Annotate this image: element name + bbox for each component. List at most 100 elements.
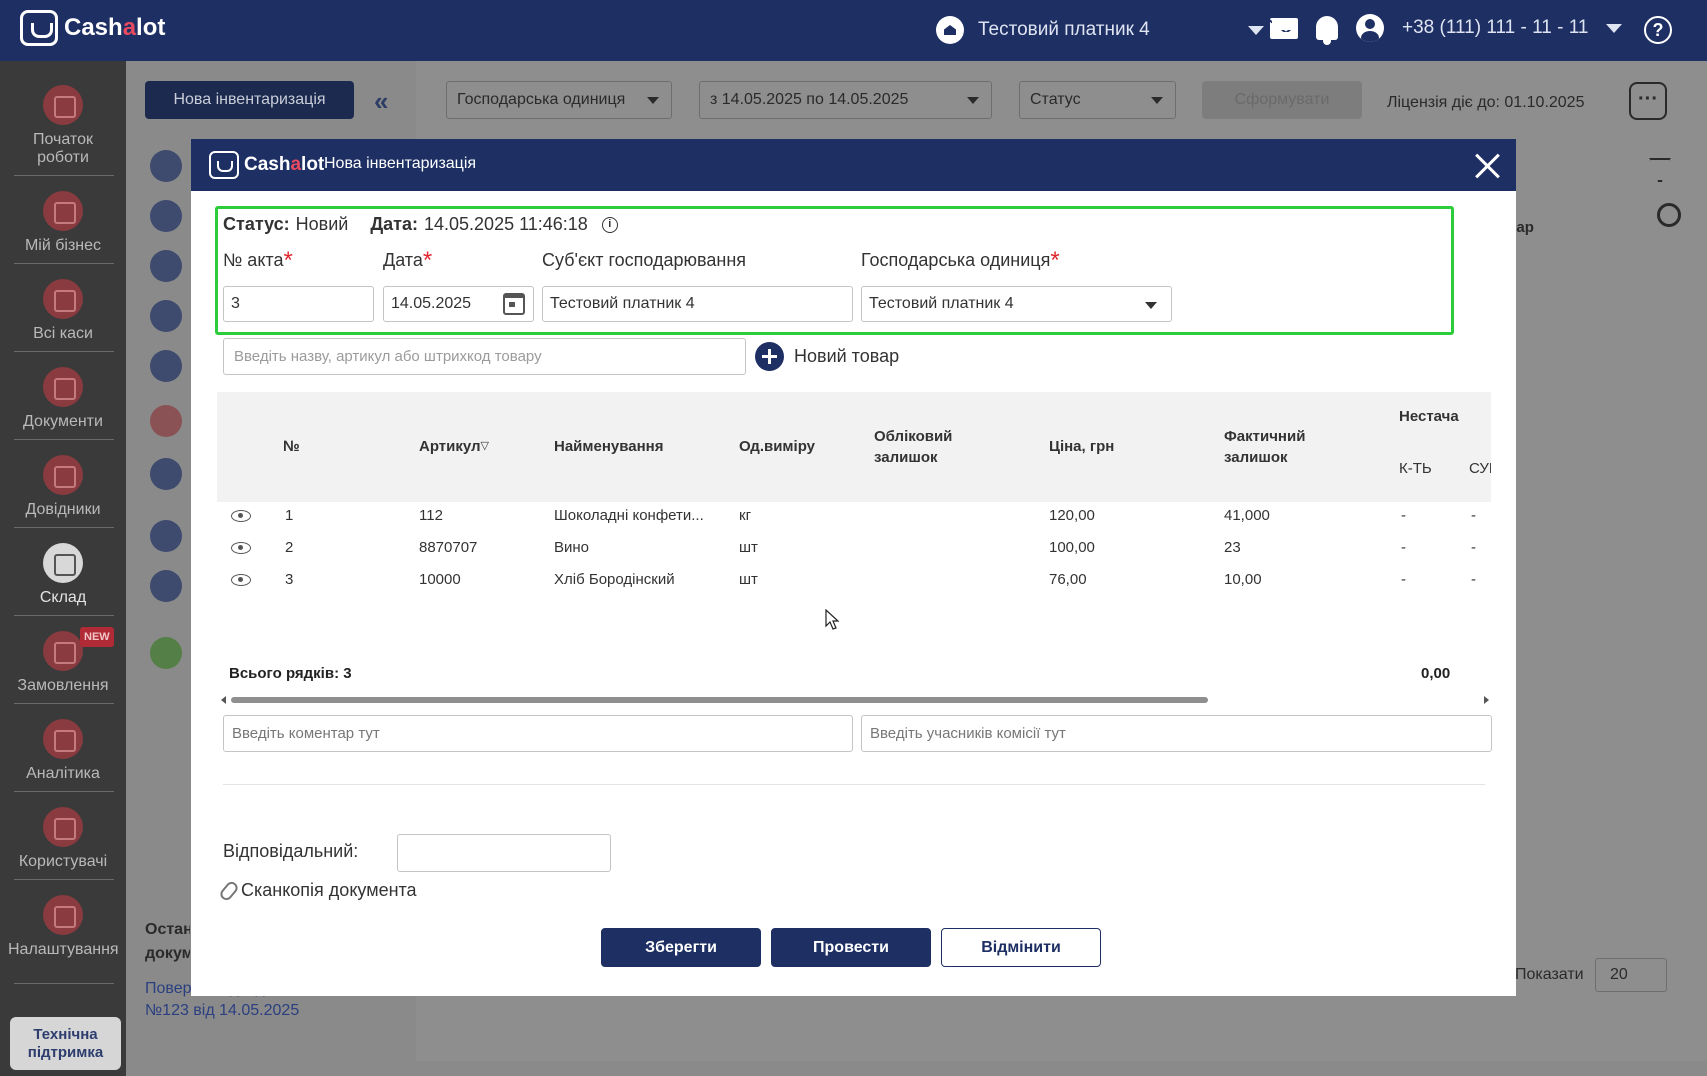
chevron-down-icon xyxy=(1145,302,1157,309)
col-shortage: Нестача xyxy=(1399,408,1459,425)
list-icon xyxy=(150,300,182,332)
users-icon xyxy=(43,807,83,847)
col-actual-stock[interactable]: Фактичний залишок xyxy=(1224,426,1305,468)
sidebar: Початок роботи Мій бізнес Всі каси Докум… xyxy=(0,61,126,1076)
col-unit[interactable]: Од.виміру xyxy=(739,436,815,457)
save-button[interactable]: Зберегти xyxy=(601,928,761,967)
table-row[interactable]: 2 8870707 Вино шт 100,00 23 - - xyxy=(217,534,1491,564)
logo-text: Cashalot xyxy=(64,14,166,41)
act-number-label: № акта* xyxy=(223,247,293,274)
list-icon xyxy=(150,458,182,490)
sidebar-item-documents[interactable]: Документи xyxy=(8,367,118,431)
collapse-icon[interactable]: « xyxy=(374,86,388,117)
modal-logo: Cashalot xyxy=(209,151,324,179)
subject-input[interactable]: Тестовий платник 4 xyxy=(542,286,853,322)
scroll-left-icon[interactable] xyxy=(221,696,226,704)
new-inventory-button[interactable]: Нова інвентаризація xyxy=(145,81,354,119)
new-badge: NEW xyxy=(80,627,114,647)
logo-badge-icon xyxy=(20,10,58,46)
show-label: Показати xyxy=(1515,966,1584,983)
total-sum: 0,00 xyxy=(1421,665,1451,682)
book-icon xyxy=(43,455,83,495)
unit-dropdown[interactable]: Тестовий платник 4 xyxy=(861,286,1172,322)
sidebar-item-references[interactable]: Довідники xyxy=(8,455,118,519)
analytics-icon xyxy=(43,719,83,759)
documents-icon xyxy=(43,367,83,407)
table-header: № Артикул▽ Найменування Од.виміру Обліко… xyxy=(217,392,1491,502)
sidebar-item-settings[interactable]: Налаштування xyxy=(8,895,119,959)
info-icon[interactable]: i xyxy=(601,216,618,233)
modal-title: Нова інвентаризація xyxy=(324,155,477,172)
cancel-button[interactable]: Відмінити xyxy=(941,928,1101,967)
bell-icon[interactable] xyxy=(1316,16,1338,45)
horizontal-scrollbar[interactable] xyxy=(221,696,1489,704)
col-shortage-qty[interactable]: К-ТЬ xyxy=(1399,458,1432,479)
inventory-modal: Cashalot Нова інвентаризація Статус: Нов… xyxy=(191,139,1516,996)
eye-icon[interactable] xyxy=(231,510,251,522)
list-icon xyxy=(150,200,182,232)
payer-selector[interactable]: Тестовий платник 4 xyxy=(936,16,1264,44)
col-shortage-sum[interactable]: СУМ xyxy=(1469,458,1491,479)
calendar-icon[interactable] xyxy=(503,293,525,315)
comment-input[interactable] xyxy=(223,715,853,752)
cashalot-logo[interactable]: Cashalot xyxy=(20,10,165,46)
payer-name: Тестовий платник 4 xyxy=(978,19,1150,40)
last-documents-title: Остан... докум... xyxy=(145,921,190,962)
table-row[interactable]: 3 10000 Хліб Бородінский шт 76,00 10,00 … xyxy=(217,566,1491,596)
user-phone[interactable]: +38 (111) 111 - 11 - 11 xyxy=(1402,17,1588,39)
modal-header: Cashalot Нова інвентаризація xyxy=(191,139,1516,191)
list-icon xyxy=(150,350,182,382)
unit-select[interactable]: Господарська одиниця xyxy=(446,81,672,119)
eye-icon[interactable] xyxy=(231,542,251,554)
new-product-button[interactable]: Новий товар xyxy=(755,342,899,371)
paperclip-icon xyxy=(217,878,241,903)
col-no[interactable]: № xyxy=(283,436,300,457)
home-icon xyxy=(936,16,964,44)
status-select[interactable]: Статус xyxy=(1019,81,1176,119)
page-size-select[interactable]: 20 xyxy=(1595,958,1667,992)
generate-button[interactable]: Сформувати xyxy=(1202,81,1362,119)
sidebar-item-warehouse[interactable]: Склад xyxy=(8,543,118,607)
list-icon xyxy=(150,637,182,669)
sidebar-item-orders[interactable]: NEW Замовлення xyxy=(8,627,118,695)
eye-icon[interactable] xyxy=(231,574,251,586)
post-button[interactable]: Провести xyxy=(771,928,931,967)
sidebar-item-business[interactable]: Мій бізнес xyxy=(8,191,118,255)
col-price[interactable]: Ціна, грн xyxy=(1049,436,1114,457)
list-icon xyxy=(150,250,182,282)
warehouse-icon xyxy=(43,543,83,583)
sidebar-item-start[interactable]: Початок роботи xyxy=(8,85,118,167)
col-name[interactable]: Найменування xyxy=(554,436,663,457)
sidebar-item-users[interactable]: Користувачі xyxy=(8,807,118,871)
col-article[interactable]: Артикул▽ xyxy=(419,436,489,457)
gear-icon[interactable] xyxy=(1657,203,1681,227)
list-icon xyxy=(150,405,182,437)
act-number-input[interactable]: 3 xyxy=(223,286,374,322)
sidebar-item-analytics[interactable]: Аналітика xyxy=(8,719,118,783)
chevron-down-icon[interactable] xyxy=(1247,25,1264,35)
status-line: Статус: Новий Дата: 14.05.2025 11:46:18 … xyxy=(223,214,618,235)
scrollbar-thumb[interactable] xyxy=(231,697,1208,703)
scan-copy-link[interactable]: Сканкопія документа xyxy=(217,878,417,903)
mail-icon[interactable] xyxy=(1270,17,1298,39)
list-icon xyxy=(150,150,182,182)
sidebar-item-registers[interactable]: Всі каси xyxy=(8,279,118,343)
home-icon xyxy=(43,191,83,231)
commission-input[interactable] xyxy=(861,715,1492,752)
date-range-select[interactable]: з 14.05.2025 по 14.05.2025 xyxy=(699,81,992,119)
responsible-input[interactable] xyxy=(397,834,611,872)
scroll-right-icon[interactable] xyxy=(1484,696,1489,704)
help-icon[interactable]: ? xyxy=(1644,16,1672,44)
user-icon[interactable] xyxy=(1356,14,1384,42)
close-icon[interactable] xyxy=(1473,151,1501,179)
date-input[interactable]: 14.05.2025 xyxy=(383,286,534,322)
table-row[interactable]: 1 112 Шоколадні конфети... кг 120,00 41,… xyxy=(217,502,1491,532)
scooter-icon xyxy=(43,631,83,671)
more-button[interactable]: ··· xyxy=(1629,82,1667,120)
status-value: Новий xyxy=(295,214,349,234)
logo-badge-icon xyxy=(209,151,239,179)
product-search-input[interactable] xyxy=(223,338,746,375)
col-book-stock[interactable]: Обліковий залишок xyxy=(874,426,952,468)
support-button[interactable]: Технічна підтримка xyxy=(10,1017,121,1070)
chevron-down-icon[interactable] xyxy=(1606,23,1623,33)
